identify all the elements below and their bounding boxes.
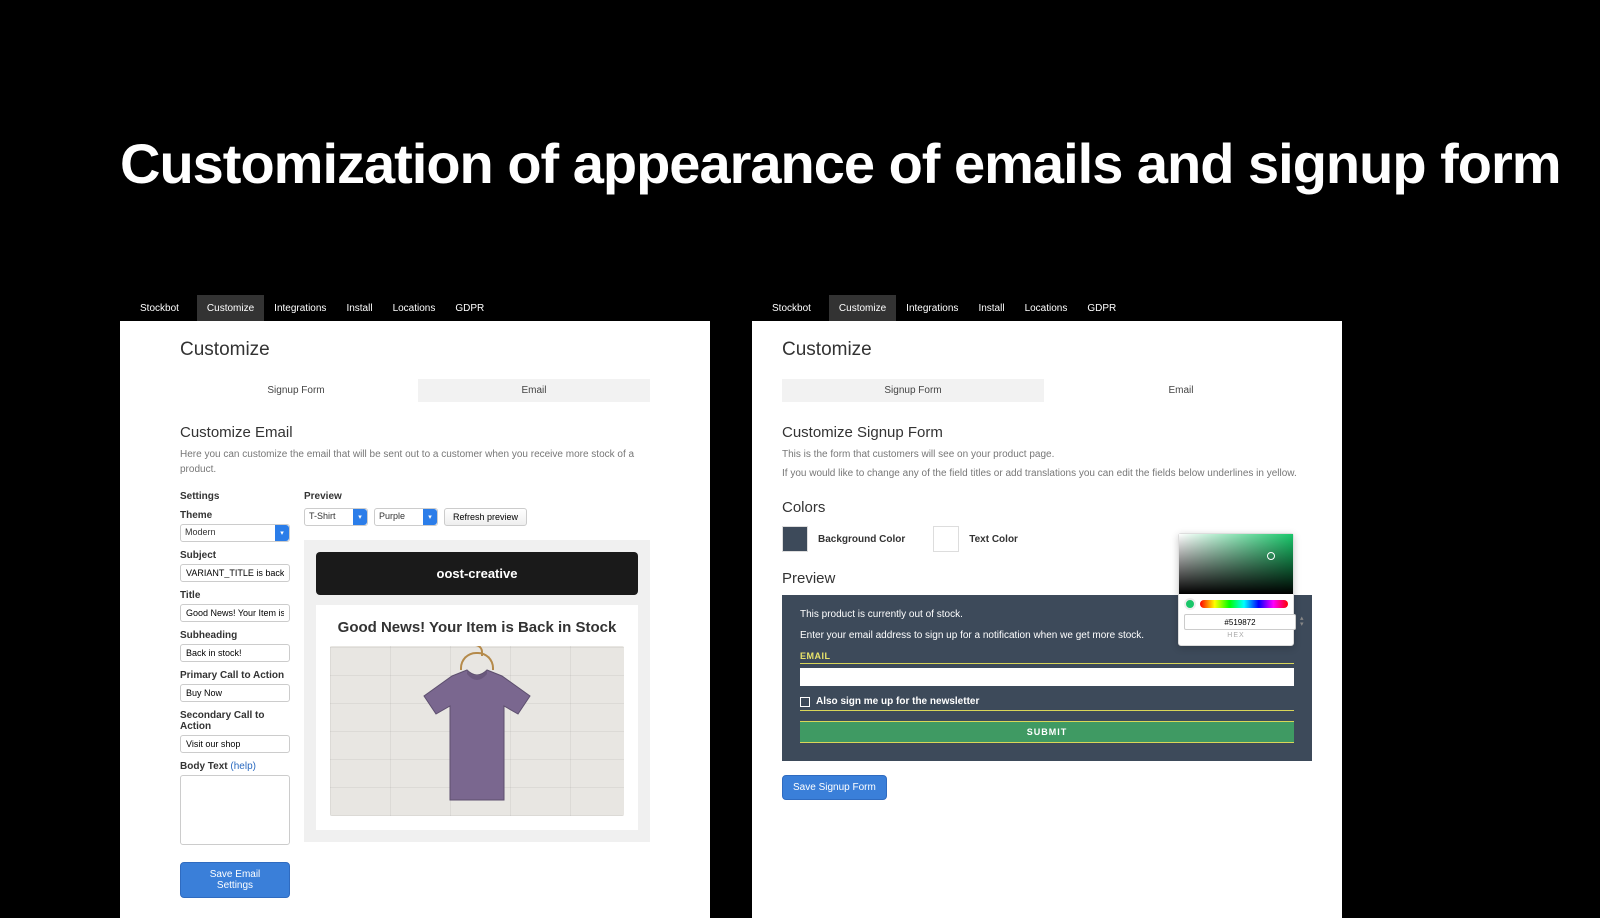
page-title: Customize (180, 339, 650, 361)
section-intro-2: If you would like to change any of the f… (782, 466, 1312, 481)
primary-cta-input[interactable] (180, 684, 290, 702)
chevron-down-icon: ▾ (275, 525, 289, 541)
section-title: Customize Email (180, 424, 650, 441)
chevron-down-icon: ▾ (353, 509, 367, 525)
preview-newsletter-label[interactable]: Also sign me up for the newsletter (816, 696, 979, 707)
nav-gdpr[interactable]: GDPR (1077, 295, 1126, 321)
product-image (330, 646, 624, 816)
colors-heading: Colors (782, 499, 1312, 516)
color-picker[interactable]: ▴▾ HEX (1178, 533, 1294, 646)
chevron-down-icon: ▾ (423, 509, 437, 525)
nav-integrations[interactable]: Integrations (896, 295, 968, 321)
nav-locations[interactable]: Locations (383, 295, 446, 321)
section-intro-1: This is the form that customers will see… (782, 447, 1312, 462)
email-preview-headline: Good News! Your Item is Back in Stock (330, 619, 624, 636)
page-title: Customize (782, 339, 1312, 361)
preview-email-input[interactable] (800, 668, 1294, 686)
slide-title: Customization of appearance of emails an… (120, 130, 1561, 197)
text-color-label: Text Color (969, 534, 1018, 545)
nav-gdpr[interactable]: GDPR (445, 295, 494, 321)
secondary-cta-input[interactable] (180, 735, 290, 753)
email-customize-panel: Stockbot Customize Integrations Install … (120, 295, 710, 918)
preview-newsletter-checkbox[interactable] (800, 697, 810, 707)
settings-heading: Settings (180, 491, 290, 502)
section-intro: Here you can customize the email that wi… (180, 447, 650, 477)
nav-install[interactable]: Install (968, 295, 1014, 321)
bg-color-swatch[interactable] (782, 526, 808, 552)
secondary-cta-label: Secondary Call to Action (180, 710, 290, 732)
tshirt-icon (412, 668, 542, 808)
preview-variant-select[interactable]: Purple▾ (374, 508, 438, 526)
color-picker-hex-label: HEX (1179, 632, 1293, 639)
tab-email[interactable]: Email (418, 379, 650, 402)
nav-integrations[interactable]: Integrations (264, 295, 336, 321)
navbar: Stockbot Customize Integrations Install … (752, 295, 1342, 321)
title-input[interactable] (180, 604, 290, 622)
nav-customize[interactable]: Customize (197, 295, 264, 321)
nav-customize[interactable]: Customize (829, 295, 896, 321)
subject-label: Subject (180, 550, 290, 561)
refresh-preview-button[interactable]: Refresh preview (444, 508, 527, 526)
save-email-button[interactable]: Save Email Settings (180, 862, 290, 898)
tab-signup-form[interactable]: Signup Form (180, 379, 412, 402)
email-preview: oost-creative Good News! Your Item is Ba… (304, 540, 650, 842)
preview-heading: Preview (304, 491, 650, 502)
nav-brand[interactable]: Stockbot (130, 295, 189, 321)
nav-brand[interactable]: Stockbot (762, 295, 821, 321)
tab-signup-form[interactable]: Signup Form (782, 379, 1044, 402)
theme-select[interactable]: Modern▾ (180, 524, 290, 542)
nav-locations[interactable]: Locations (1015, 295, 1078, 321)
color-picker-gradient[interactable] (1179, 534, 1293, 594)
subheading-label: Subheading (180, 630, 290, 641)
email-preview-brand: oost-creative (316, 552, 638, 595)
body-text-label: Body Text (help) (180, 761, 290, 772)
text-color-swatch[interactable] (933, 526, 959, 552)
theme-label: Theme (180, 510, 290, 521)
title-label: Title (180, 590, 290, 601)
primary-cta-label: Primary Call to Action (180, 670, 290, 681)
preview-product-select[interactable]: T-Shirt▾ (304, 508, 368, 526)
subheading-input[interactable] (180, 644, 290, 662)
help-link[interactable]: (help) (230, 761, 256, 772)
color-picker-hex-input[interactable] (1184, 614, 1296, 630)
signup-customize-panel: Stockbot Customize Integrations Install … (752, 295, 1342, 918)
preview-email-label[interactable]: EMAIL (800, 651, 1294, 664)
nav-install[interactable]: Install (336, 295, 382, 321)
preview-submit-button[interactable]: SUBMIT (800, 721, 1294, 743)
subject-input[interactable] (180, 564, 290, 582)
navbar: Stockbot Customize Integrations Install … (120, 295, 710, 321)
section-title: Customize Signup Form (782, 424, 1312, 441)
color-picker-stepper[interactable]: ▴▾ (1300, 616, 1304, 628)
body-text-input[interactable] (180, 775, 290, 845)
color-picker-hue-slider[interactable] (1200, 600, 1288, 608)
save-signup-button[interactable]: Save Signup Form (782, 775, 887, 800)
color-picker-hue-dot[interactable] (1184, 598, 1196, 610)
color-picker-cursor[interactable] (1267, 552, 1275, 560)
tab-email[interactable]: Email (1050, 379, 1312, 402)
bg-color-label: Background Color (818, 534, 905, 545)
